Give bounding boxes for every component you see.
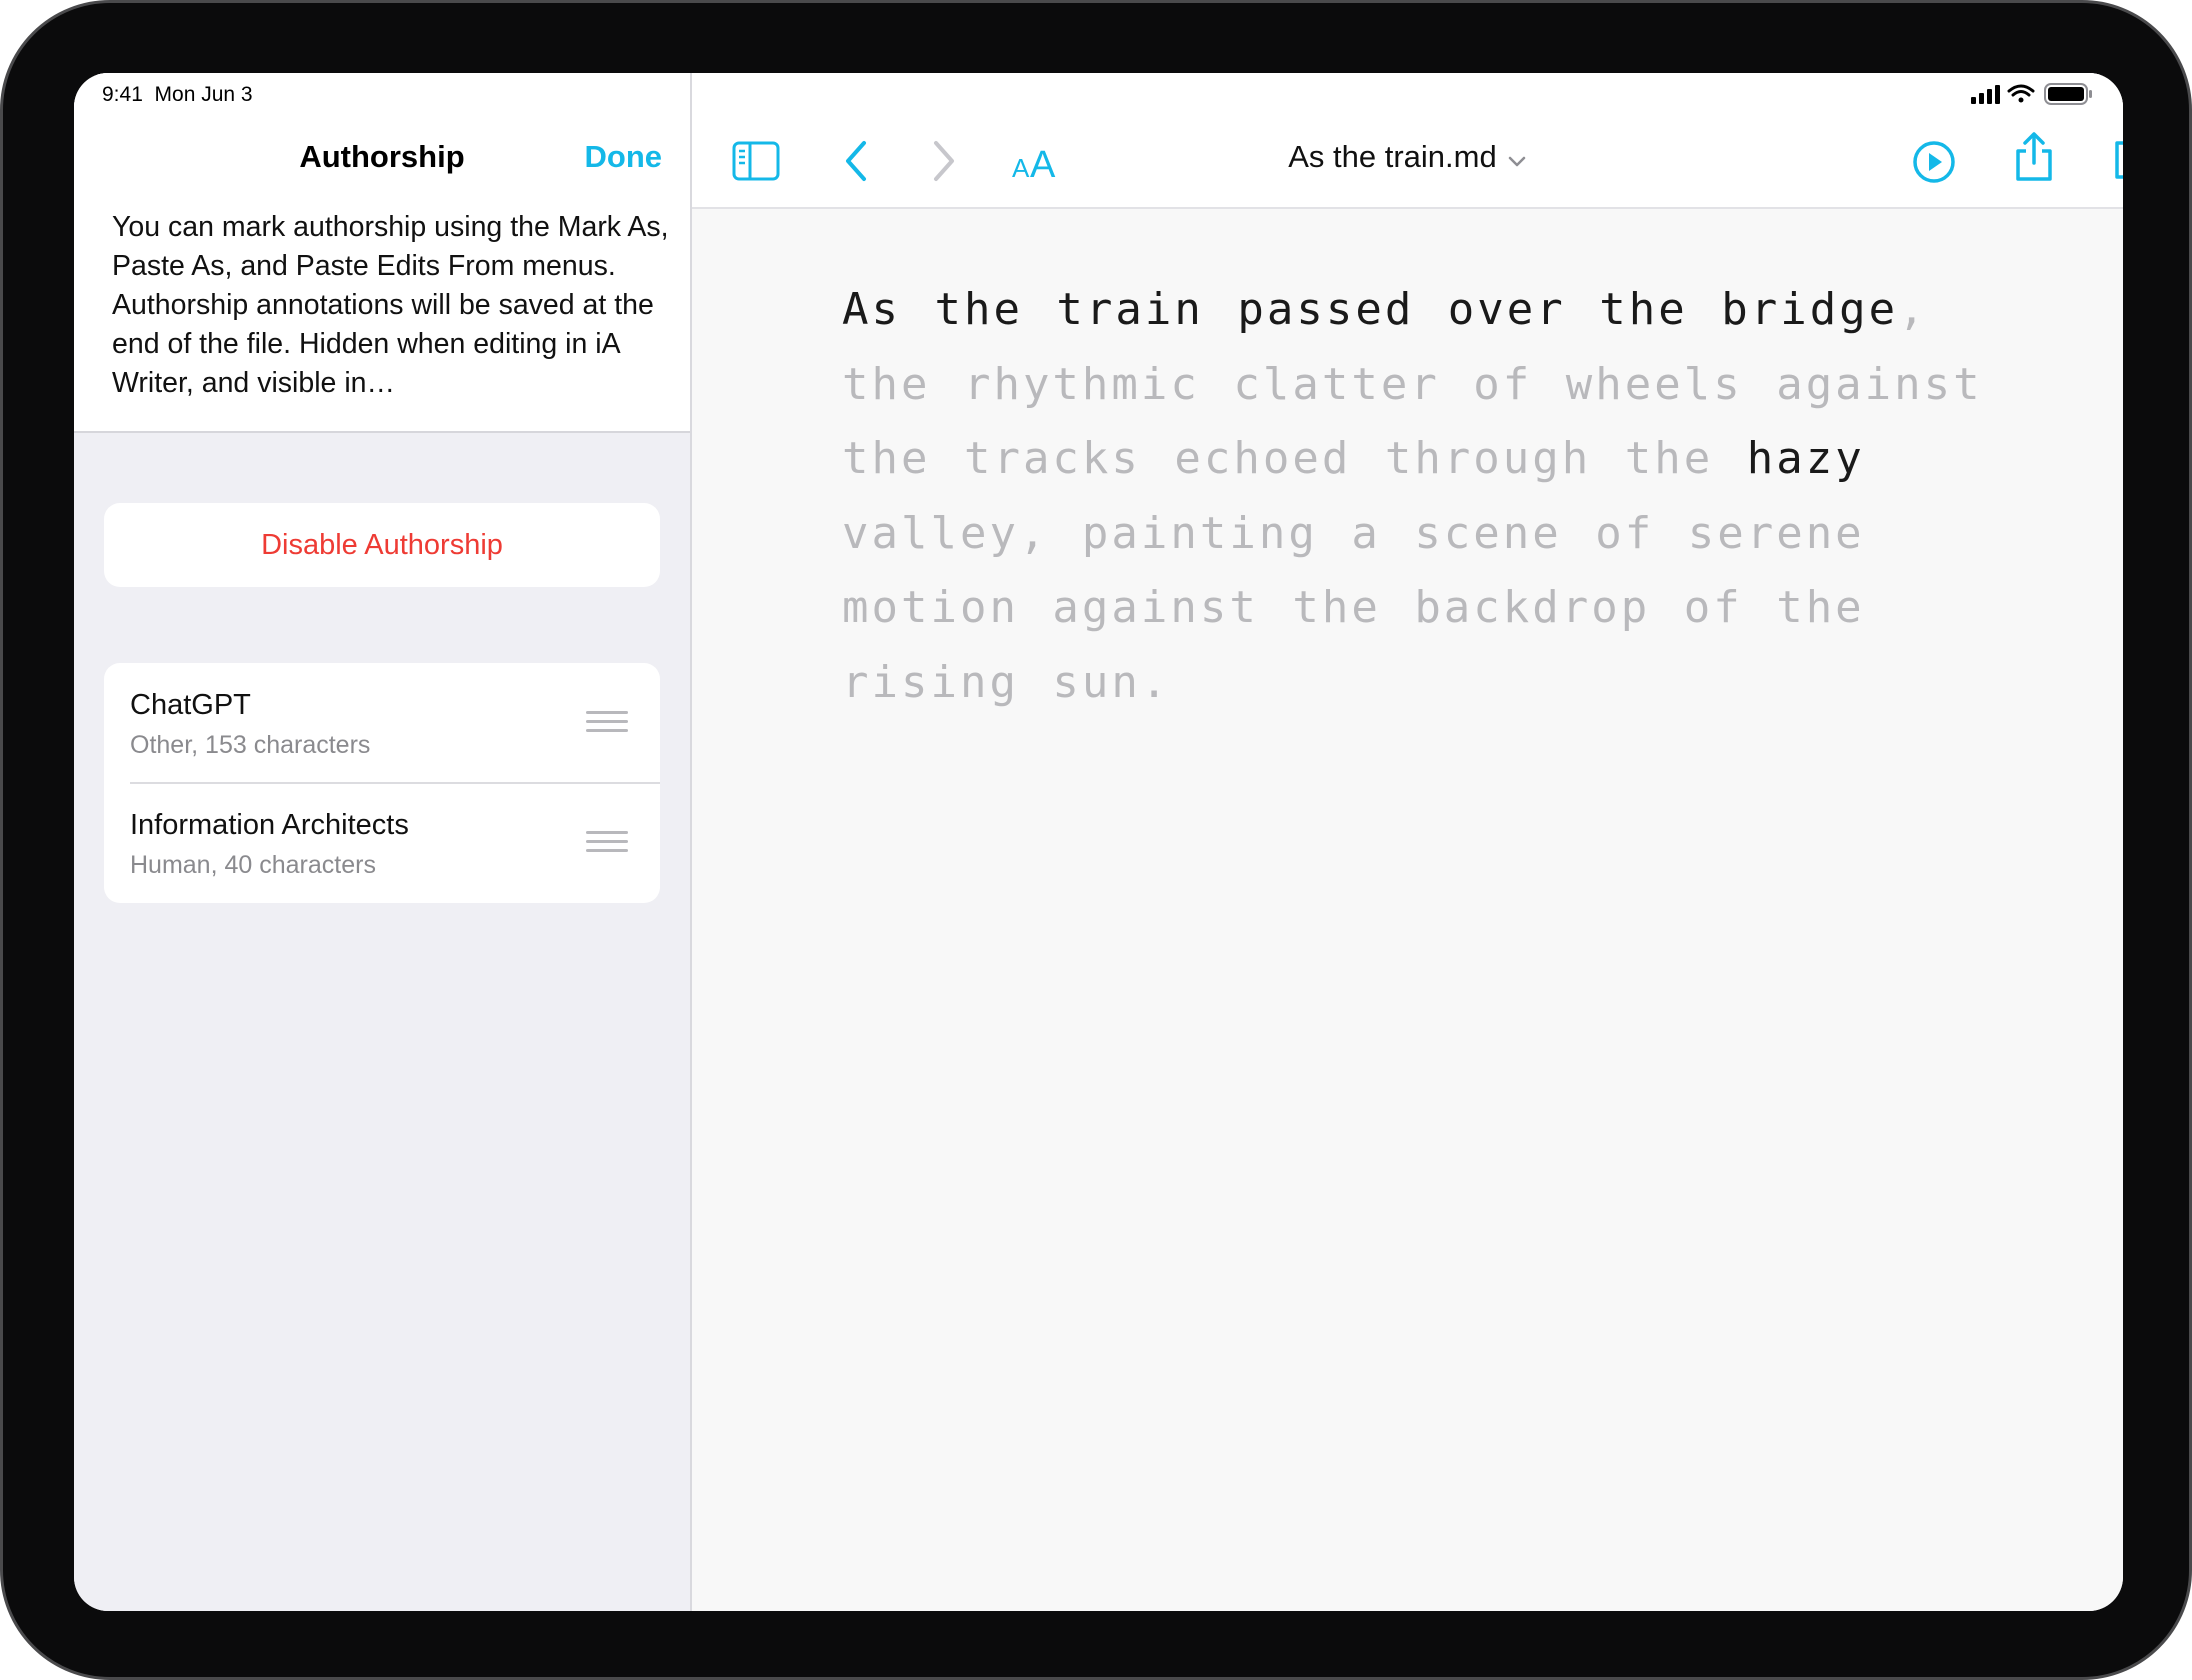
list-item[interactable]: ChatGPT Other, 153 characters <box>104 663 660 784</box>
document-title: As the train.md <box>1288 139 1497 174</box>
wifi-icon <box>2007 84 2035 103</box>
ipad-frame: 9:41 Mon Jun 3 Authorship Done You can m… <box>0 0 2192 1680</box>
status-date: Mon Jun 3 <box>154 83 253 106</box>
play-preview-icon[interactable] <box>1911 139 1957 185</box>
disable-authorship-button[interactable]: Disable Authorship <box>104 503 660 587</box>
author-name: ChatGPT <box>130 689 251 721</box>
screen: 9:41 Mon Jun 3 Authorship Done You can m… <box>74 73 2123 1611</box>
author-meta: Other, 153 characters <box>130 731 371 759</box>
cellular-signal-icon <box>1971 85 2000 104</box>
editor: A A As the train.md As the train passed … <box>692 73 2123 1611</box>
chevron-down-icon <box>1507 141 1527 177</box>
human-authored-text: As the train passed over the bridge <box>842 284 1899 335</box>
done-button[interactable]: Done <box>585 139 663 175</box>
list-item[interactable]: Information Architects Human, 40 charact… <box>104 783 660 903</box>
status-time: 9:41 <box>102 83 143 106</box>
human-authored-text: hazy <box>1746 433 1865 484</box>
disable-authorship-label: Disable Authorship <box>261 528 503 561</box>
editor-toolbar: A A As the train.md <box>692 73 2123 209</box>
share-icon[interactable] <box>2012 131 2056 183</box>
document-body[interactable]: As the train passed over the bridge, the… <box>842 273 2002 720</box>
status-time-date: 9:41 Mon Jun 3 <box>102 83 253 107</box>
compose-icon[interactable] <box>2111 135 2123 183</box>
author-meta: Human, 40 characters <box>130 851 376 879</box>
authorship-panel: 9:41 Mon Jun 3 Authorship Done You can m… <box>74 73 692 1611</box>
authors-list: ChatGPT Other, 153 characters Informatio… <box>104 663 660 903</box>
authorship-description: You can mark authorship using the Mark A… <box>112 211 669 399</box>
status-icons <box>1971 81 2095 109</box>
ai-authored-text: valley, painting a scene of serene motio… <box>842 507 1865 708</box>
authorship-header: 9:41 Mon Jun 3 Authorship Done You can m… <box>74 73 690 433</box>
battery-icon <box>2044 83 2092 105</box>
drag-handle-icon[interactable] <box>586 711 628 733</box>
document-title-menu[interactable]: As the train.md <box>692 139 2123 177</box>
author-name: Information Architects <box>130 809 409 841</box>
drag-handle-icon[interactable] <box>586 831 628 853</box>
